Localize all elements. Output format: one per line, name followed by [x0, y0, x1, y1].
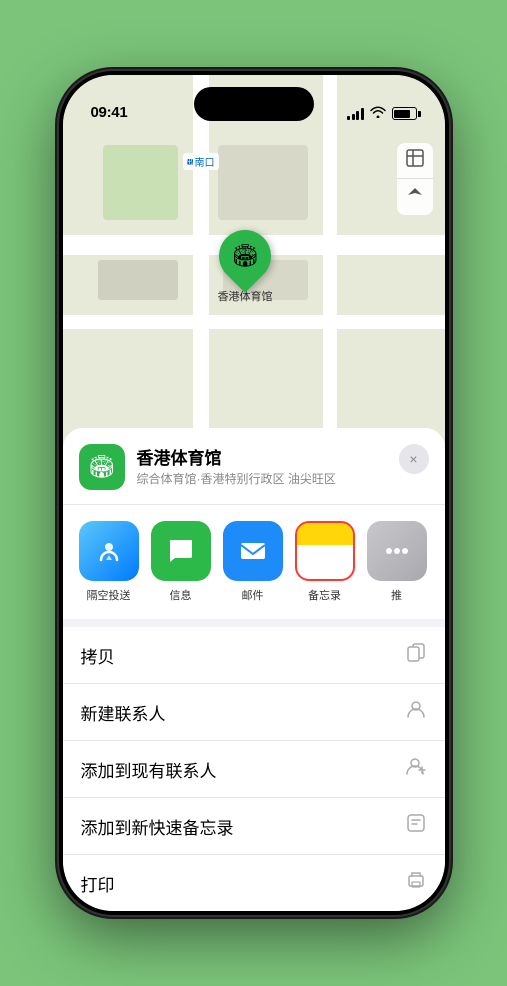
add-notes-icon — [405, 812, 427, 840]
copy-icon — [405, 641, 427, 669]
action-add-existing[interactable]: 添加到现有联系人 — [63, 741, 445, 798]
airdrop-label: 隔空投送 — [87, 587, 131, 603]
action-copy[interactable]: 拷贝 — [63, 627, 445, 684]
south-entrance-icon: 出 — [187, 159, 193, 165]
map-controls — [397, 143, 433, 215]
notes-icon — [295, 521, 355, 581]
phone-frame: 09:41 — [59, 71, 449, 915]
close-icon: × — [409, 451, 417, 467]
map-park — [103, 145, 178, 220]
venue-description: 综合体育馆·香港特别行政区 油尖旺区 — [137, 471, 399, 488]
share-item-airdrop[interactable]: 隔空投送 — [79, 521, 139, 603]
action-new-contact[interactable]: 新建联系人 — [63, 684, 445, 741]
notes-label: 备忘录 — [308, 587, 341, 603]
venue-logo: 🏟 — [79, 444, 125, 490]
venue-pin[interactable]: 🏟 香港体育馆 — [218, 230, 273, 304]
action-print[interactable]: 打印 — [63, 855, 445, 911]
map-road-h2 — [63, 315, 445, 329]
bottom-sheet: 🏟 香港体育馆 综合体育馆·香港特别行政区 油尖旺区 × — [63, 428, 445, 911]
more-share-icon — [367, 521, 427, 581]
map-type-button[interactable] — [397, 143, 433, 179]
share-row: 隔空投送 信息 — [63, 505, 445, 627]
print-icon — [405, 869, 427, 897]
mail-icon — [223, 521, 283, 581]
more-label: 推 — [391, 587, 402, 603]
venue-pin-icon: 🏟 — [231, 243, 259, 269]
messages-label: 信息 — [170, 587, 192, 603]
battery-icon — [392, 107, 417, 120]
close-button[interactable]: × — [399, 444, 429, 474]
messages-icon — [151, 521, 211, 581]
wifi-icon — [370, 106, 386, 121]
dynamic-island — [194, 87, 314, 121]
map-block2 — [98, 260, 178, 300]
signal-icon — [347, 108, 364, 120]
action-add-notes[interactable]: 添加到新快速备忘录 — [63, 798, 445, 855]
share-item-more[interactable]: 推 — [367, 521, 427, 603]
phone-screen: 09:41 — [63, 75, 445, 911]
action-copy-label: 拷贝 — [81, 643, 115, 668]
venue-pin-bubble: 🏟 — [208, 219, 282, 293]
airdrop-icon — [79, 521, 139, 581]
venue-name: 香港体育馆 — [137, 444, 399, 469]
action-new-contact-label: 新建联系人 — [81, 700, 166, 725]
venue-info: 香港体育馆 综合体育馆·香港特别行政区 油尖旺区 — [137, 444, 399, 488]
south-entrance-label: 出 南口 — [183, 153, 219, 170]
new-contact-icon — [405, 698, 427, 726]
mail-label: 邮件 — [242, 587, 264, 603]
status-icons — [347, 106, 417, 121]
action-list: 拷贝 新建联系人 — [63, 627, 445, 911]
share-item-mail[interactable]: 邮件 — [223, 521, 283, 603]
share-item-messages[interactable]: 信息 — [151, 521, 211, 603]
action-add-notes-label: 添加到新快速备忘录 — [81, 814, 234, 839]
add-existing-icon — [405, 755, 427, 783]
location-icon — [406, 186, 424, 209]
location-button[interactable] — [397, 179, 433, 215]
action-add-existing-label: 添加到现有联系人 — [81, 757, 217, 782]
map-block1 — [218, 145, 308, 220]
map-type-icon — [405, 148, 425, 173]
status-time: 09:41 — [91, 104, 128, 121]
action-print-label: 打印 — [81, 871, 115, 896]
venue-card: 🏟 香港体育馆 综合体育馆·香港特别行政区 油尖旺区 × — [63, 428, 445, 505]
share-item-notes[interactable]: 备忘录 — [295, 521, 355, 603]
